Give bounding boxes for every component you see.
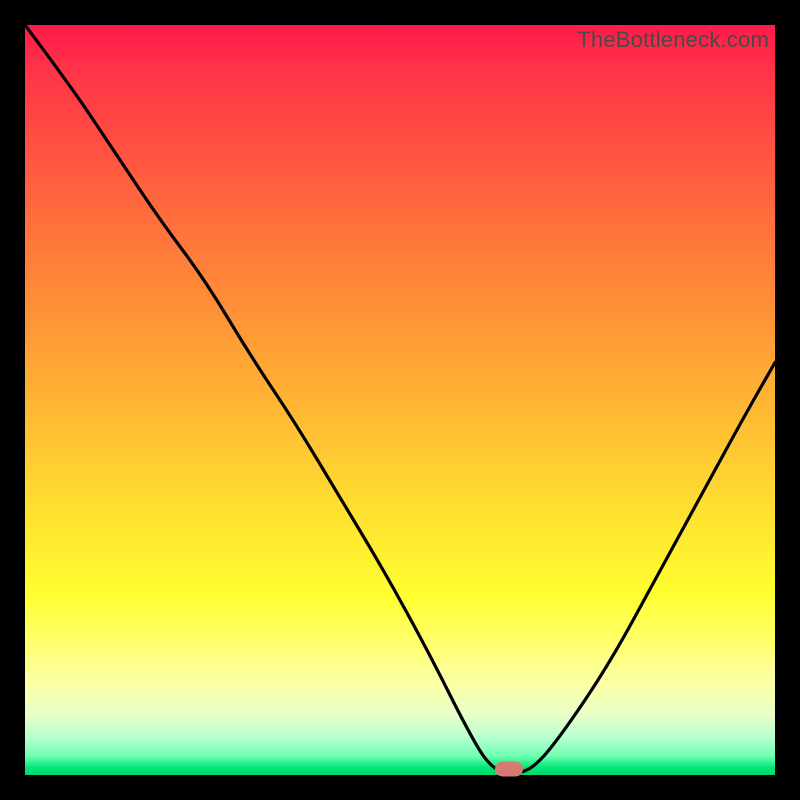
plot-area: TheBottleneck.com xyxy=(25,25,775,775)
curve-path xyxy=(25,25,775,773)
optimal-point-marker xyxy=(495,762,523,777)
bottleneck-curve xyxy=(25,25,775,775)
chart-frame: TheBottleneck.com xyxy=(0,0,800,800)
